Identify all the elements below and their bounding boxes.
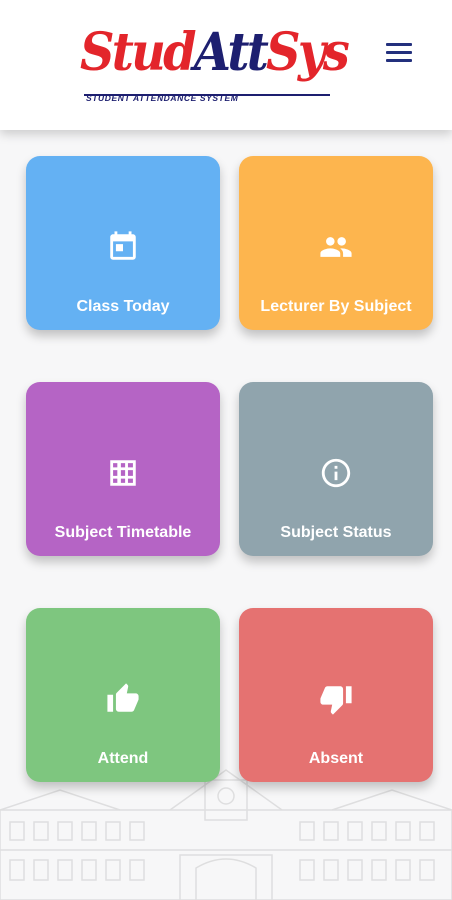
logo-wordmark: StudAttSys [80,22,350,83]
app-header: StudAttSys STUDENT ATTENDANCE SYSTEM [0,0,452,130]
lecturer-by-subject-tile[interactable]: Lecturer By Subject [239,156,433,330]
people-icon [320,237,352,257]
subject-status-label: Subject Status [280,524,392,541]
dashboard-grid: Class Today Lecturer By Subject Subject … [0,130,452,900]
attend-label: Attend [97,750,149,767]
lecturer-by-subject-label: Lecturer By Subject [260,298,412,315]
class-today-tile[interactable]: Class Today [26,156,220,330]
grid-icon [110,460,136,486]
calendar-icon [110,231,136,260]
subject-status-tile[interactable]: Subject Status [239,382,433,556]
absent-label: Absent [308,750,364,767]
thumbs-up-icon [107,683,139,712]
thumbs-down-icon [320,686,352,715]
absent-tile[interactable]: Absent [239,608,433,782]
logo-tagline: STUDENT ATTENDANCE SYSTEM [86,93,239,103]
class-today-label: Class Today [76,298,170,315]
attend-tile[interactable]: Attend [26,608,220,782]
info-icon [321,458,351,488]
studattsys-logo: StudAttSys STUDENT ATTENDANCE SYSTEM [80,18,350,110]
subject-timetable-tile[interactable]: Subject Timetable [26,382,220,556]
hamburger-menu-icon[interactable] [382,38,416,68]
subject-timetable-label: Subject Timetable [54,524,192,541]
